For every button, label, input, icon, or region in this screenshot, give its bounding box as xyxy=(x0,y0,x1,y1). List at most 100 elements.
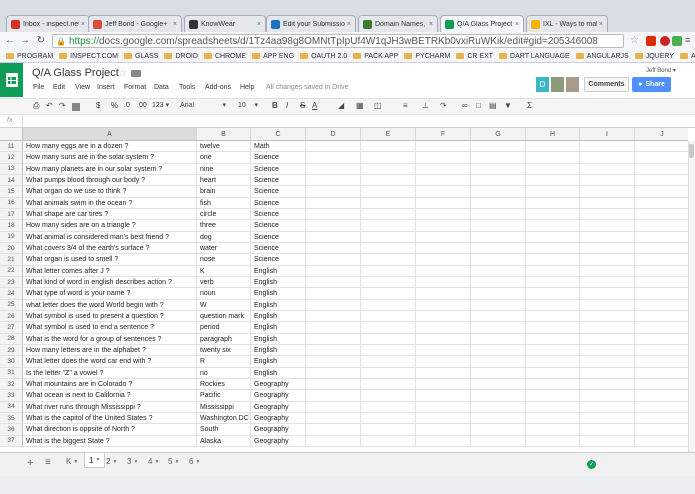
table-cell[interactable]: period xyxy=(197,322,251,334)
table-cell[interactable] xyxy=(416,378,471,391)
folder-icon[interactable] xyxy=(131,70,141,77)
reload-icon[interactable]: ↻ xyxy=(35,35,47,46)
table-cell[interactable] xyxy=(580,424,635,436)
chrome-menu-icon[interactable]: ≡ xyxy=(685,35,690,45)
table-cell[interactable] xyxy=(635,254,688,266)
table-cell[interactable]: What direction is oppsite of North ? xyxy=(23,424,197,436)
table-cell[interactable]: Science xyxy=(251,208,306,221)
percent-button[interactable]: % xyxy=(111,100,118,112)
menu-file[interactable]: File xyxy=(33,84,44,91)
browser-tab[interactable]: Q/A Glass Project × xyxy=(440,15,524,32)
row-header[interactable]: 31 xyxy=(0,367,23,379)
forward-icon[interactable]: → xyxy=(19,35,31,46)
table-cell[interactable] xyxy=(306,310,361,323)
menu-insert[interactable]: Insert xyxy=(97,84,115,91)
menu-edit[interactable]: Edit xyxy=(53,84,65,91)
row-header[interactable]: 21 xyxy=(0,254,23,266)
table-cell[interactable] xyxy=(580,163,635,175)
table-cell[interactable] xyxy=(580,208,635,221)
table-cell[interactable] xyxy=(416,152,471,164)
table-cell[interactable]: verb xyxy=(197,276,251,289)
font-size-select[interactable]: 10 ▾ xyxy=(238,100,258,112)
table-cell[interactable]: Geography xyxy=(251,401,306,413)
all-sheets-button[interactable]: ≡ xyxy=(45,457,51,468)
table-cell[interactable]: What mountains are in Colorado ? xyxy=(23,378,197,391)
user-name[interactable]: Jeff Bond ▾ xyxy=(646,67,676,74)
row-header[interactable]: 26 xyxy=(0,310,23,323)
table-cell[interactable]: What animal is considered man's best fri… xyxy=(23,231,197,243)
table-cell[interactable] xyxy=(526,174,580,187)
table-cell[interactable]: water xyxy=(197,242,251,255)
table-cell[interactable]: Mississippi xyxy=(197,401,251,413)
table-cell[interactable] xyxy=(306,356,361,368)
table-cell[interactable]: English xyxy=(251,322,306,334)
star-icon[interactable]: ☆ xyxy=(118,68,127,79)
tab-close-icon[interactable]: × xyxy=(257,21,261,28)
table-cell[interactable]: Geography xyxy=(251,378,306,391)
table-cell[interactable] xyxy=(416,254,471,266)
table-cell[interactable] xyxy=(526,435,580,447)
bookmark-folder[interactable]: CHROME xyxy=(203,53,246,60)
insert-chart-icon[interactable]: ▤ xyxy=(489,100,497,112)
table-cell[interactable]: Science xyxy=(251,220,306,232)
row-header[interactable]: 27 xyxy=(0,322,23,334)
table-cell[interactable] xyxy=(526,254,580,266)
table-cell[interactable] xyxy=(580,299,635,311)
table-cell[interactable] xyxy=(361,208,416,221)
bookmark-folder[interactable]: DART LANGUAGE xyxy=(499,53,570,60)
table-cell[interactable] xyxy=(471,265,526,277)
table-cell[interactable]: What covers 3/4 of the earth's surface ? xyxy=(23,242,197,255)
table-cell[interactable]: South xyxy=(197,424,251,436)
table-cell[interactable]: Science xyxy=(251,197,306,209)
menu-format[interactable]: Format xyxy=(124,84,146,91)
table-cell[interactable]: Science xyxy=(251,163,306,175)
table-cell[interactable] xyxy=(361,435,416,447)
tab-close-icon[interactable]: × xyxy=(173,21,177,28)
bookmark-folder[interactable]: APP ENG xyxy=(252,53,294,60)
table-cell[interactable] xyxy=(361,174,416,187)
add-sheet-button[interactable]: + xyxy=(27,457,33,469)
table-cell[interactable] xyxy=(526,141,580,153)
text-color-button[interactable]: A xyxy=(312,100,317,112)
table-cell[interactable] xyxy=(416,299,471,311)
table-cell[interactable] xyxy=(580,435,635,447)
row-header[interactable]: 25 xyxy=(0,299,23,311)
vertical-scrollbar-thumb[interactable] xyxy=(689,144,694,158)
table-cell[interactable] xyxy=(306,288,361,300)
table-cell[interactable] xyxy=(361,310,416,323)
row-header[interactable]: 19 xyxy=(0,231,23,243)
table-cell[interactable] xyxy=(361,401,416,413)
table-cell[interactable]: Science xyxy=(251,231,306,243)
table-cell[interactable] xyxy=(416,242,471,255)
browser-tab[interactable]: KnowWear × xyxy=(184,15,266,32)
table-cell[interactable]: What pumps blood through our body ? xyxy=(23,174,197,187)
table-cell[interactable] xyxy=(361,220,416,232)
table-cell[interactable]: paragraph xyxy=(197,333,251,345)
table-cell[interactable] xyxy=(416,344,471,357)
vertical-align-icon[interactable]: ⊥ xyxy=(422,100,429,112)
table-cell[interactable] xyxy=(526,378,580,391)
column-header-e[interactable]: E xyxy=(361,128,416,141)
menu-help[interactable]: Help xyxy=(240,84,254,91)
table-cell[interactable] xyxy=(361,322,416,334)
menu-data[interactable]: Data xyxy=(154,84,169,91)
table-cell[interactable] xyxy=(306,242,361,255)
table-cell[interactable]: fish xyxy=(197,197,251,209)
back-icon[interactable]: ← xyxy=(4,35,16,46)
column-header-a[interactable]: A xyxy=(23,128,197,141)
table-cell[interactable] xyxy=(635,277,688,289)
table-cell[interactable] xyxy=(580,220,635,232)
document-title[interactable]: Q/A Glass Project xyxy=(32,67,119,79)
table-cell[interactable]: What animals swim in the ocean ? xyxy=(23,197,197,209)
table-cell[interactable] xyxy=(306,220,361,232)
table-cell[interactable] xyxy=(580,197,635,209)
table-cell[interactable]: Science xyxy=(251,242,306,255)
table-cell[interactable] xyxy=(635,345,688,357)
table-cell[interactable]: no xyxy=(197,367,251,379)
table-cell[interactable] xyxy=(306,390,361,402)
print-icon[interactable]: ⎙ xyxy=(33,100,39,112)
table-cell[interactable] xyxy=(635,220,688,232)
table-cell[interactable]: K xyxy=(197,265,251,277)
table-cell[interactable]: Science xyxy=(251,254,306,266)
table-cell[interactable] xyxy=(635,288,688,300)
